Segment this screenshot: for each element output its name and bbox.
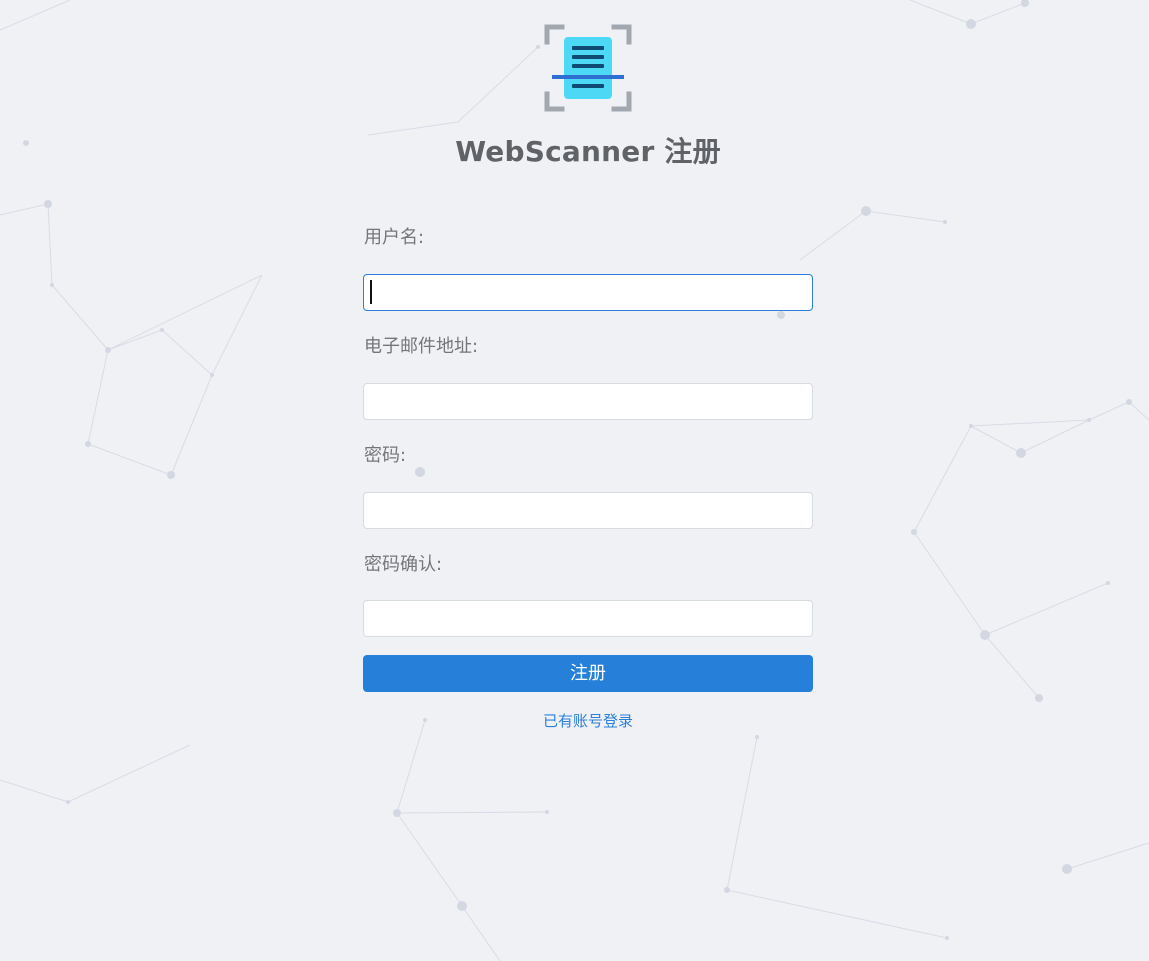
login-link[interactable]: 已有账号登录 bbox=[363, 709, 813, 733]
password-confirm-label: 密码确认: bbox=[364, 554, 443, 575]
password-confirm-input[interactable] bbox=[363, 600, 813, 637]
document-scanner-icon bbox=[543, 23, 633, 113]
text-caret bbox=[370, 280, 372, 304]
email-input[interactable] bbox=[363, 383, 813, 420]
page-title: WebScanner 注册 bbox=[455, 135, 721, 168]
password-input[interactable] bbox=[363, 492, 813, 529]
register-button[interactable]: 注册 bbox=[363, 655, 813, 692]
username-label: 用户名: bbox=[364, 227, 425, 248]
username-input[interactable] bbox=[363, 274, 813, 311]
password-label: 密码: bbox=[364, 445, 407, 466]
email-label: 电子邮件地址: bbox=[364, 336, 479, 357]
